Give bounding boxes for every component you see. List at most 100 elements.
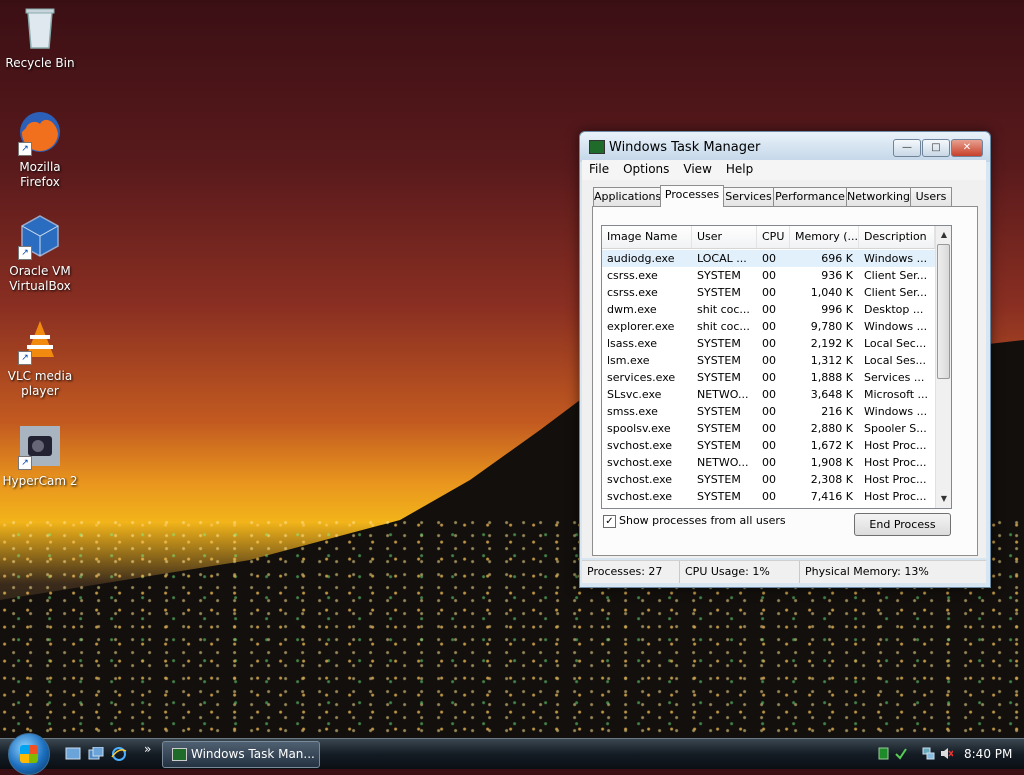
- desktop-icon-vlc[interactable]: ↗ VLC media player: [0, 317, 80, 399]
- tab-applications[interactable]: Applications: [593, 187, 661, 206]
- volume-muted-icon[interactable]: [940, 747, 953, 760]
- image-name-cell: svchost.exe: [607, 456, 673, 469]
- description-cell: Microsoft ...: [864, 388, 929, 401]
- table-row[interactable]: services.exe SYSTEM 00 1,888 K Services ...: [602, 369, 935, 386]
- table-row[interactable]: csrss.exe SYSTEM 00 1,040 K Client Ser...: [602, 284, 935, 301]
- virtualbox-icon: ↗: [16, 212, 64, 260]
- memory-cell: 1,908 K: [810, 456, 853, 469]
- menu-bar: File Options View Help: [582, 160, 986, 180]
- desktop-icon-label: Mozilla Firefox: [19, 160, 61, 189]
- shortcut-arrow-icon: ↗: [18, 246, 32, 260]
- scroll-thumb[interactable]: [937, 244, 950, 379]
- scroll-down-arrow-icon[interactable]: ▼: [936, 491, 951, 507]
- table-row[interactable]: svchost.exe SYSTEM 00 7,416 K Host Proc...: [602, 488, 935, 505]
- desktop-icon-hypercam[interactable]: ↗ HyperCam 2: [0, 422, 80, 489]
- memory-cell: 216 K: [821, 405, 853, 418]
- cpu-cell: 00: [762, 320, 776, 333]
- table-row[interactable]: svchost.exe SYSTEM 00 1,672 K Host Proc...: [602, 437, 935, 454]
- task-manager-tray-icon[interactable]: [877, 747, 890, 760]
- table-row[interactable]: smss.exe SYSTEM 00 216 K Windows ...: [602, 403, 935, 420]
- end-process-button[interactable]: End Process: [854, 513, 951, 536]
- tab-processes[interactable]: Processes: [660, 185, 724, 207]
- network-icon[interactable]: [922, 747, 935, 760]
- title-bar[interactable]: Windows Task Manager — □ ✕: [580, 132, 990, 162]
- desktop-icon-virtualbox[interactable]: ↗ Oracle VM VirtualBox: [0, 212, 80, 294]
- start-button[interactable]: [8, 733, 50, 775]
- menu-help[interactable]: Help: [719, 160, 760, 176]
- description-cell: Host Proc...: [864, 456, 927, 469]
- description-cell: Windows ...: [864, 252, 928, 265]
- desktop-icon-recycle-bin[interactable]: Recycle Bin: [0, 4, 80, 71]
- column-memory[interactable]: Memory (...: [790, 226, 859, 248]
- close-button[interactable]: ✕: [951, 139, 983, 157]
- column-image-name[interactable]: Image Name: [602, 226, 692, 248]
- table-row[interactable]: lsm.exe SYSTEM 00 1,312 K Local Ses...: [602, 352, 935, 369]
- image-name-cell: lsm.exe: [607, 354, 650, 367]
- column-user-name[interactable]: User Name: [692, 226, 757, 265]
- table-row[interactable]: svchost.exe NETWO... 00 1,908 K Host Proc...: [602, 454, 935, 471]
- desktop-icon-label: Recycle Bin: [5, 56, 75, 70]
- internet-explorer-icon[interactable]: [111, 747, 127, 761]
- memory-cell: 9,780 K: [810, 320, 853, 333]
- table-row[interactable]: dwm.exe shit coc... 00 996 K Desktop ...: [602, 301, 935, 318]
- table-row[interactable]: audiodg.exe LOCAL ... 00 696 K Windows ...: [602, 250, 935, 267]
- image-name-cell: smss.exe: [607, 405, 658, 418]
- description-cell: Client Ser...: [864, 286, 928, 299]
- description-cell: Client Ser...: [864, 269, 928, 282]
- menu-view[interactable]: View: [676, 160, 718, 176]
- vertical-scrollbar[interactable]: ▲ ▼: [935, 226, 951, 508]
- image-name-cell: svchost.exe: [607, 439, 673, 452]
- memory-cell: 696 K: [821, 252, 853, 265]
- show-all-users-checkbox[interactable]: ✓: [603, 515, 616, 528]
- tab-users[interactable]: Users: [910, 187, 952, 206]
- image-name-cell: audiodg.exe: [607, 252, 675, 265]
- tab-services[interactable]: Services: [723, 187, 774, 206]
- process-list[interactable]: Image Name User Name CPU Memory (... Des…: [601, 225, 952, 509]
- table-row[interactable]: csrss.exe SYSTEM 00 936 K Client Ser...: [602, 267, 935, 284]
- task-manager-window[interactable]: Windows Task Manager — □ ✕ File Options Vi…: [579, 131, 991, 588]
- taskbar-button-task-manager[interactable]: Windows Task Man...: [162, 741, 320, 768]
- switch-windows-icon[interactable]: [88, 747, 104, 761]
- desktop-icon-label: Oracle VM VirtualBox: [9, 264, 71, 293]
- description-cell: Host Proc...: [864, 473, 927, 486]
- table-row[interactable]: spoolsv.exe SYSTEM 00 2,880 K Spooler S...: [602, 420, 935, 437]
- user-name-cell: SYSTEM: [697, 269, 741, 282]
- taskbar-clock[interactable]: 8:40 PM: [964, 739, 1012, 769]
- status-cpu-usage: CPU Usage: 1%: [680, 561, 800, 583]
- recycle-bin-icon: [16, 4, 64, 52]
- cpu-cell: 00: [762, 303, 776, 316]
- column-cpu[interactable]: CPU: [757, 226, 790, 248]
- user-name-cell: LOCAL ...: [697, 252, 747, 265]
- cpu-cell: 00: [762, 405, 776, 418]
- table-row[interactable]: svchost.exe SYSTEM 00 2,308 K Host Proc...: [602, 471, 935, 488]
- window-title: Windows Task Manager: [609, 140, 761, 155]
- menu-file[interactable]: File: [582, 160, 616, 176]
- image-name-cell: csrss.exe: [607, 286, 658, 299]
- cpu-cell: 00: [762, 354, 776, 367]
- scroll-up-arrow-icon[interactable]: ▲: [936, 227, 951, 243]
- table-row[interactable]: explorer.exe shit coc... 00 9,780 K Windows …: [602, 318, 935, 335]
- user-name-cell: NETWO...: [697, 388, 749, 401]
- quick-launch-overflow-button[interactable]: »: [144, 742, 151, 756]
- desktop-icon-firefox[interactable]: ↗ Mozilla Firefox: [0, 108, 80, 190]
- shortcut-arrow-icon: ↗: [18, 456, 32, 470]
- desktop-icon-label: VLC media player: [7, 369, 73, 398]
- maximize-button[interactable]: □: [922, 139, 950, 157]
- image-name-cell: spoolsv.exe: [607, 422, 671, 435]
- memory-cell: 1,888 K: [810, 371, 853, 384]
- security-center-icon[interactable]: [894, 747, 907, 760]
- menu-options[interactable]: Options: [616, 160, 676, 176]
- memory-cell: 1,672 K: [810, 439, 853, 452]
- tab-networking[interactable]: Networking: [846, 187, 911, 206]
- table-row[interactable]: lsass.exe SYSTEM 00 2,192 K Local Sec...: [602, 335, 935, 352]
- image-name-cell: services.exe: [607, 371, 676, 384]
- show-desktop-icon[interactable]: [65, 747, 81, 761]
- column-description[interactable]: Description: [859, 226, 935, 248]
- image-name-cell: svchost.exe: [607, 473, 673, 486]
- table-row[interactable]: SLsvc.exe NETWO... 00 3,648 K Microsoft ...: [602, 386, 935, 403]
- image-name-cell: explorer.exe: [607, 320, 675, 333]
- description-cell: Desktop ...: [864, 303, 924, 316]
- tab-performance[interactable]: Performance: [773, 187, 847, 206]
- minimize-button[interactable]: —: [893, 139, 921, 157]
- description-cell: Local Ses...: [864, 354, 926, 367]
